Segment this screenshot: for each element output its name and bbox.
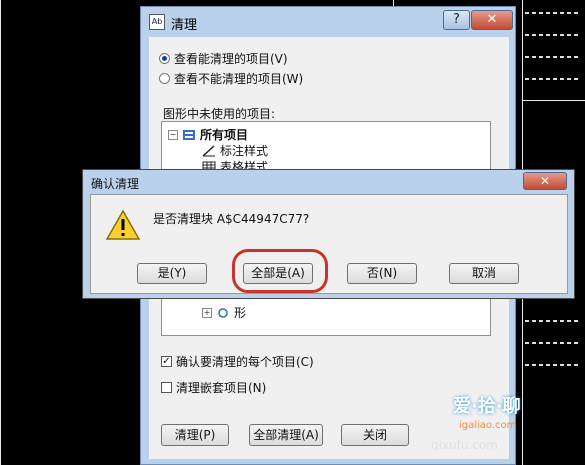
radio-empty-icon: [159, 73, 170, 84]
radio-selected-icon: [159, 53, 170, 64]
group-label: 图形中未使用的项目:: [163, 107, 276, 121]
watermark-line2: igaliao.com: [459, 420, 517, 431]
tree-root-label: 所有项目: [200, 128, 249, 142]
purge-title: 清理: [171, 18, 198, 33]
yes-button[interactable]: 是(Y): [137, 263, 207, 284]
radio-purgeable[interactable]: 查看能清理的项目(V): [159, 50, 288, 67]
cad-line: [0, 0, 1, 465]
confirm-message: 是否清理块 A$C44947C77?: [153, 212, 310, 226]
expand-icon[interactable]: +: [202, 307, 212, 318]
radio-purgeable-label: 查看能清理的项目(V): [174, 52, 288, 66]
shape-icon: [218, 307, 228, 318]
confirm-client: 是否清理块 A$C44947C77? 是(Y) 全部是(A) 否(N) 取消: [90, 194, 568, 294]
check-nested-label: 清理嵌套项目(N): [176, 381, 267, 395]
checkbox-checked-icon: ✓: [161, 356, 172, 367]
radio-nonpurgeable-label: 查看不能清理的项目(W): [174, 72, 304, 86]
cancel-button[interactable]: 取消: [449, 263, 519, 284]
warning-icon: [105, 209, 141, 240]
tree-item-label: 标注样式: [220, 144, 269, 158]
cad-dashes: [525, 78, 580, 80]
highlight-oval: [232, 249, 328, 293]
purge-titlebar[interactable]: Ab 清理 ? ✕: [141, 7, 515, 37]
app-icon: Ab: [149, 14, 165, 30]
cad-dashes: [525, 364, 580, 366]
purge-button[interactable]: 清理(P): [161, 424, 229, 446]
close-icon[interactable]: ✕: [523, 172, 567, 190]
watermark-line3: qixufu.com: [431, 438, 498, 452]
tree-item[interactable]: 标注样式: [202, 142, 268, 159]
close-icon[interactable]: ✕: [471, 10, 513, 30]
tree-item-partial[interactable]: + 形: [202, 304, 246, 321]
cad-line: [522, 100, 585, 101]
radio-nonpurgeable[interactable]: 查看不能清理的项目(W): [159, 70, 303, 87]
check-confirm[interactable]: ✓ 确认要清理的每个项目(C): [161, 353, 314, 370]
cad-dashes: [525, 320, 580, 322]
watermark-line1: 爱·拾·聊: [453, 396, 521, 417]
check-confirm-label: 确认要清理的每个项目(C): [176, 355, 314, 369]
collapse-icon[interactable]: −: [168, 129, 178, 140]
confirm-dialog: 确认清理 ✕ 是否清理块 A$C44947C77? 是(Y) 全部是(A) 否(…: [82, 169, 575, 299]
cad-dashes: [525, 56, 580, 58]
all-items-icon: [183, 129, 195, 140]
dimension-style-icon: [202, 144, 215, 157]
watermark: 爱·拾·聊 igaliao.com qixufu.com: [425, 388, 565, 458]
cad-dashes: [525, 34, 580, 36]
purge-all-button[interactable]: 全部清理(A): [249, 424, 323, 446]
help-button[interactable]: ?: [443, 10, 470, 30]
check-nested[interactable]: 清理嵌套项目(N): [161, 379, 266, 396]
confirm-title: 确认清理: [91, 177, 140, 191]
cad-dashes: [525, 342, 580, 344]
cad-dashes: [525, 12, 580, 14]
tree-root[interactable]: − 所有项目: [168, 126, 248, 143]
no-button[interactable]: 否(N): [347, 263, 417, 284]
tree-item-label: 形: [234, 306, 247, 320]
close-button[interactable]: 关闭: [341, 424, 409, 446]
checkbox-empty-icon: [161, 382, 172, 393]
